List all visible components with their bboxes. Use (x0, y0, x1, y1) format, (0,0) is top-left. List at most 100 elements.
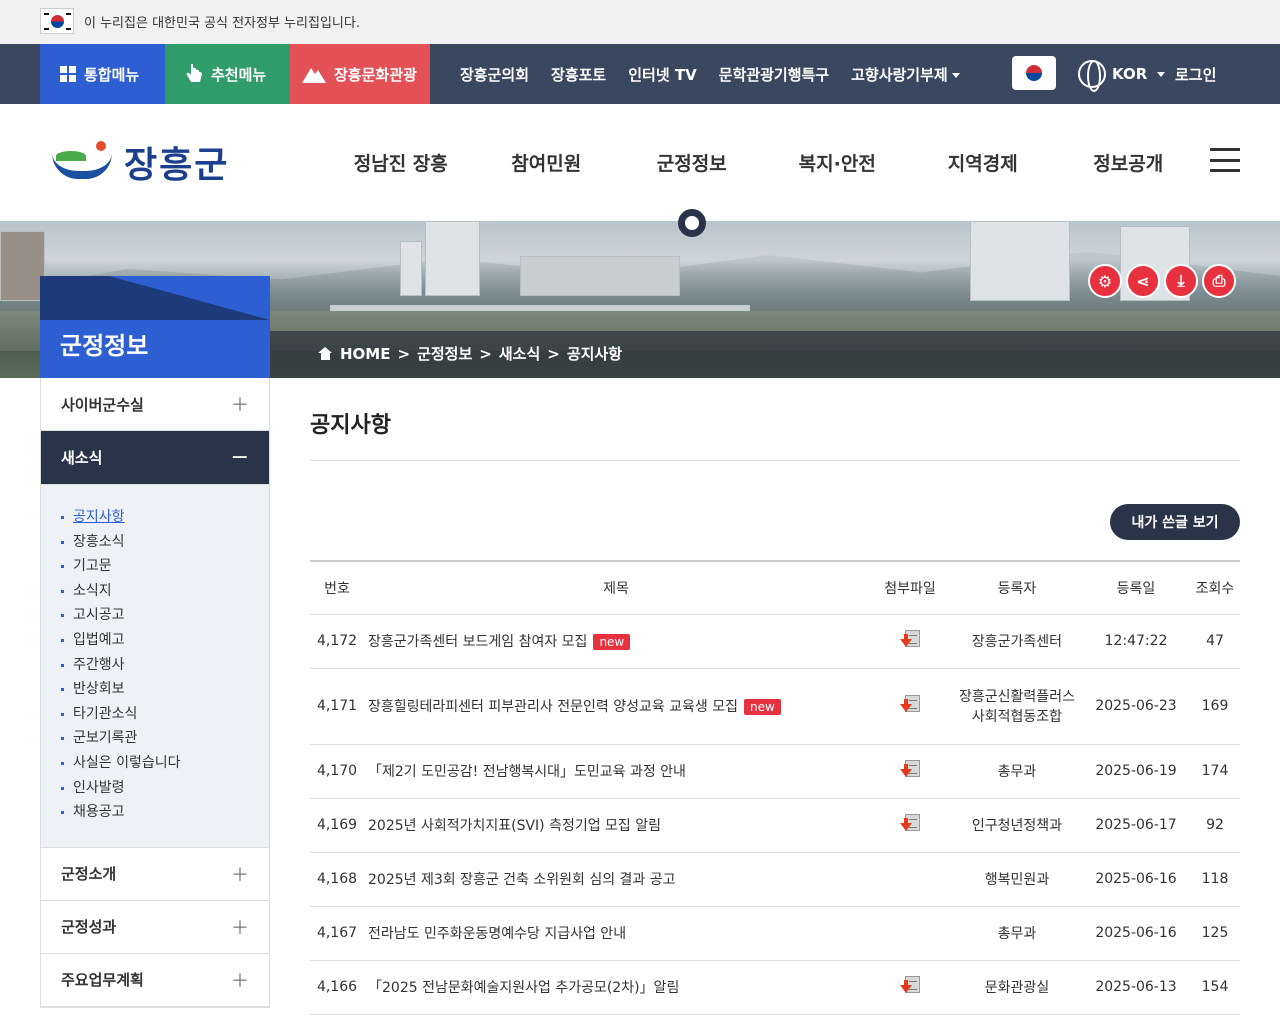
column-header: 등록일 (1082, 561, 1190, 615)
all-menu-label: 통합메뉴 (84, 65, 140, 84)
gear-icon[interactable]: ⚙ (1088, 264, 1122, 298)
breadcrumb-home[interactable]: HOME (340, 345, 390, 363)
recommend-menu-label: 추천메뉴 (211, 65, 267, 84)
file-download-icon[interactable] (899, 695, 921, 717)
file-download-icon[interactable] (899, 760, 921, 782)
side-item-label: 군정소개 (61, 865, 117, 884)
table-row[interactable]: 4,170 「제2기 도민공감! 전남행복시대」도민교육 과정 안내 총무과 2025… (310, 744, 1240, 799)
caret-down-icon (1157, 71, 1166, 77)
row-title-link[interactable]: 장흥군가족센터 보드게임 참여자 모집 (368, 634, 587, 650)
share-icon[interactable]: ⋖ (1126, 264, 1160, 298)
recommend-menu-button[interactable]: 추천메뉴 (165, 44, 290, 104)
row-title-cell: 「2025 전남문화예술지원사업 추가공모(2차)」알림 (364, 960, 868, 1015)
row-date: 2025-06-13 (1082, 960, 1190, 1015)
print-icon[interactable]: ⎙ (1202, 264, 1236, 298)
subnav-contribution[interactable]: 기고문 (61, 554, 269, 579)
language-selector[interactable]: KOR (1078, 58, 1166, 92)
all-menu-button[interactable]: 통합메뉴 (40, 44, 165, 104)
row-date: 2025-06-16 (1082, 906, 1190, 961)
building-image (970, 221, 1070, 301)
new-badge: new (744, 699, 781, 715)
row-views: 154 (1190, 960, 1240, 1015)
subnav-archive[interactable]: 군보기록관 (61, 726, 269, 751)
download-icon[interactable]: ⤓ (1164, 264, 1198, 298)
new-badge: new (593, 634, 631, 650)
notice-table: 번호 제목 첨부파일 등록자 등록일 조회수 4,172 장흥군가족센터 보드게임… (310, 560, 1240, 1015)
row-title-link[interactable]: 2025년 제3회 장흥군 건축 소위원회 심의 결과 공고 (368, 872, 676, 888)
hamburger-menu-icon[interactable] (1210, 148, 1240, 172)
korea-flag-button[interactable] (1012, 56, 1056, 90)
row-title-link[interactable]: 전라남도 민주화운동명예수당 지급사업 안내 (368, 926, 626, 942)
table-row[interactable]: 4,166 「2025 전남문화예술지원사업 추가공모(2차)」알림 문화관광실 20… (310, 960, 1240, 1015)
subnav-other-agency[interactable]: 타기관소식 (61, 702, 269, 727)
subnav-personnel[interactable]: 인사발령 (61, 776, 269, 801)
breadcrumb-news[interactable]: 새소식 (499, 343, 540, 364)
side-item-label: 새소식 (61, 449, 103, 467)
home-icon (318, 347, 333, 360)
toplink-council[interactable]: 장흥군의회 (460, 64, 529, 85)
gov-banner: 이 누리집은 대한민국 공식 전자정부 누리집입니다. (0, 0, 1280, 44)
subnav-recruitment[interactable]: 채용공고 (61, 800, 269, 825)
building-image (0, 231, 45, 301)
breadcrumb-notice[interactable]: 공지사항 (567, 343, 622, 364)
row-views: 174 (1190, 744, 1240, 799)
subnav-neighborhood[interactable]: 반상회보 (61, 677, 269, 702)
row-title-link[interactable]: 장흥힐링테라피센터 피부관리사 전문인력 양성교육 교육생 모집 (368, 699, 738, 715)
side-item-news[interactable]: 새소식 − (41, 431, 269, 485)
row-author: 총무과 (952, 744, 1082, 799)
site-logo[interactable]: 장흥군 (52, 134, 252, 190)
table-row[interactable]: 4,171 장흥힐링테라피센터 피부관리사 전문인력 양성교육 교육생 모집 new… (310, 668, 1240, 745)
file-download-icon[interactable] (899, 630, 921, 652)
attachment-cell (868, 744, 952, 799)
side-item-intro[interactable]: 군정소개 ＋ (41, 847, 269, 901)
gnb-item-disclosure[interactable]: 정보공개 (1056, 149, 1202, 176)
toplink-tv[interactable]: 인터넷 TV (628, 64, 696, 85)
row-number: 4,168 (310, 852, 364, 907)
row-views: 92 (1190, 798, 1240, 853)
subnav-announcement[interactable]: 고시공고 (61, 603, 269, 628)
top-links: 장흥군의회 장흥포토 인터넷 TV 문학관광기행특구 고향사랑기부제 (460, 44, 960, 104)
toplink-hometown-donation[interactable]: 고향사랑기부제 (851, 64, 960, 85)
gnb-indicator (678, 209, 706, 237)
table-row[interactable]: 4,169 2025년 사회적가치지표(SVI) 측정기업 모집 알림 인구청년정책… (310, 798, 1240, 853)
culture-tour-button[interactable]: 장흥문화관광 (290, 44, 430, 104)
my-posts-button[interactable]: 내가 쓴글 보기 (1110, 504, 1240, 540)
file-download-icon[interactable] (899, 976, 921, 998)
gnb-item-welfare[interactable]: 복지·안전 (765, 149, 911, 176)
row-date: 12:47:22 (1082, 614, 1190, 669)
subnav-weekly-events[interactable]: 주간행사 (61, 653, 269, 678)
gnb-item-county-info[interactable]: 군정정보 (619, 149, 765, 176)
gnb-item-jeongnamjin[interactable]: 정남진 장흥 (328, 149, 474, 176)
plus-icon: ＋ (231, 917, 249, 939)
row-title-link[interactable]: 「2025 전남문화예술지원사업 추가공모(2차)」알림 (368, 980, 679, 996)
top-utility-bar: 통합메뉴 추천메뉴 장흥문화관광 장흥군의회 장흥포토 인터넷 TV 문학관광기… (0, 44, 1280, 104)
table-row[interactable]: 4,172 장흥군가족센터 보드게임 참여자 모집 new 장흥군가족센터 12:47:… (310, 614, 1240, 669)
column-header: 번호 (310, 561, 364, 615)
side-item-achievements[interactable]: 군정성과 ＋ (41, 900, 269, 954)
subnav-legislation[interactable]: 입법예고 (61, 628, 269, 653)
subnav-jangheung-news[interactable]: 장흥소식 (61, 530, 269, 555)
table-row[interactable]: 4,168 2025년 제3회 장흥군 건축 소위원회 심의 결과 공고 행복민원과… (310, 852, 1240, 907)
row-date: 2025-06-19 (1082, 744, 1190, 799)
login-link[interactable]: 로그인 (1175, 64, 1216, 85)
subnav-notice[interactable]: 공지사항 (61, 505, 269, 530)
toplink-literature[interactable]: 문학관광기행특구 (719, 64, 829, 85)
row-title-link[interactable]: 「제2기 도민공감! 전남행복시대」도민교육 과정 안내 (368, 764, 686, 780)
mountain-icon (302, 68, 326, 83)
row-date: 2025-06-17 (1082, 798, 1190, 853)
gnb-item-economy[interactable]: 지역경제 (910, 149, 1056, 176)
subnav-newsletter[interactable]: 소식지 (61, 579, 269, 604)
row-title-cell: 2025년 사회적가치지표(SVI) 측정기업 모집 알림 (364, 798, 868, 853)
gnb-item-civil[interactable]: 참여민원 (474, 149, 620, 176)
side-item-cyber-office[interactable]: 사이버군수실 ＋ (41, 378, 269, 431)
table-row[interactable]: 4,167 전라남도 민주화운동명예수당 지급사업 안내 총무과 2025-06-16… (310, 906, 1240, 961)
column-header: 등록자 (952, 561, 1082, 615)
toplink-photo[interactable]: 장흥포토 (551, 64, 606, 85)
file-download-icon[interactable] (899, 814, 921, 836)
row-title-link[interactable]: 2025년 사회적가치지표(SVI) 측정기업 모집 알림 (368, 818, 661, 834)
subnav-fact-check[interactable]: 사실은 이렇습니다 (61, 751, 269, 776)
minus-icon: − (230, 445, 249, 470)
divider (310, 460, 1240, 461)
breadcrumb-county-info[interactable]: 군정정보 (417, 343, 472, 364)
side-item-work-plan[interactable]: 주요업무계획 ＋ (41, 953, 269, 1007)
